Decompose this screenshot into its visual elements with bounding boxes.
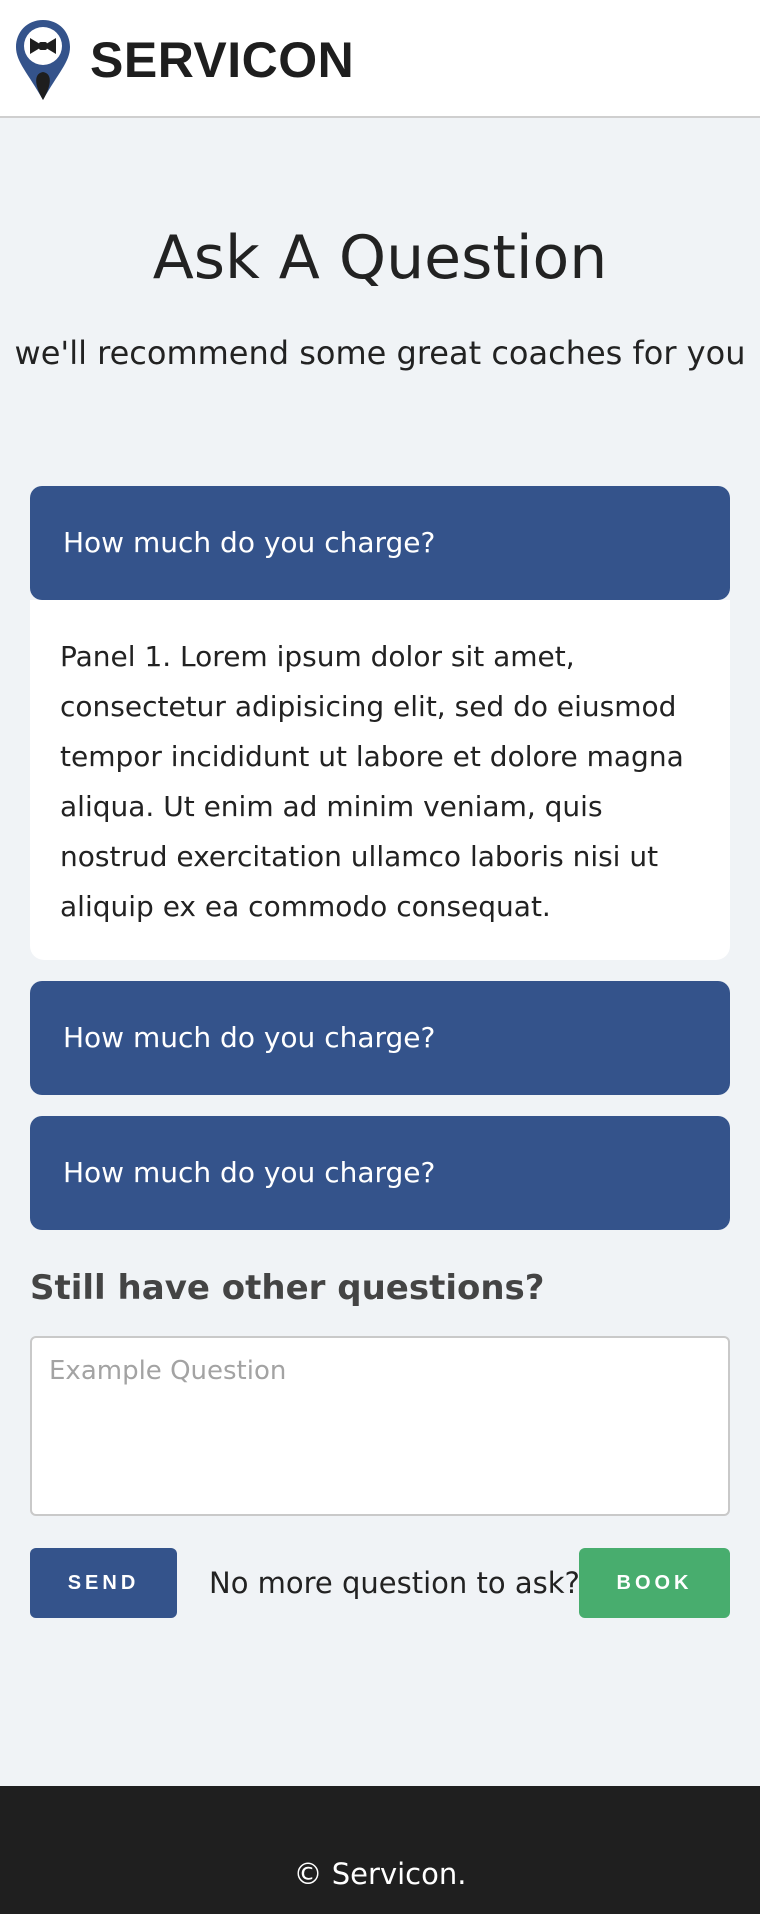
page-title: Ask A Question [152, 223, 608, 293]
page-subtitle: we'll recommend some great coaches for y… [14, 334, 746, 372]
question-input[interactable] [30, 1336, 730, 1516]
book-button[interactable]: BOOK [579, 1548, 730, 1618]
send-button[interactable]: SEND [30, 1548, 177, 1618]
faq-item-1-header[interactable]: How much do you charge? [30, 486, 730, 600]
site-header: SERVICON [0, 0, 760, 118]
copyright-text: © Servicon. [293, 1857, 467, 1891]
location-pin-bowtie-icon[interactable] [14, 18, 72, 102]
faq-item-3-header[interactable]: How much do you charge? [30, 1116, 730, 1230]
brand-name[interactable]: SERVICON [90, 30, 354, 90]
faq-item-1-panel: Panel 1. Lorem ipsum dolor sit amet, con… [30, 600, 730, 960]
faq-item-2-header[interactable]: How much do you charge? [30, 981, 730, 1095]
other-questions-heading: Still have other questions? [30, 1268, 545, 1308]
no-more-question-text: No more question to ask? [209, 1566, 580, 1600]
